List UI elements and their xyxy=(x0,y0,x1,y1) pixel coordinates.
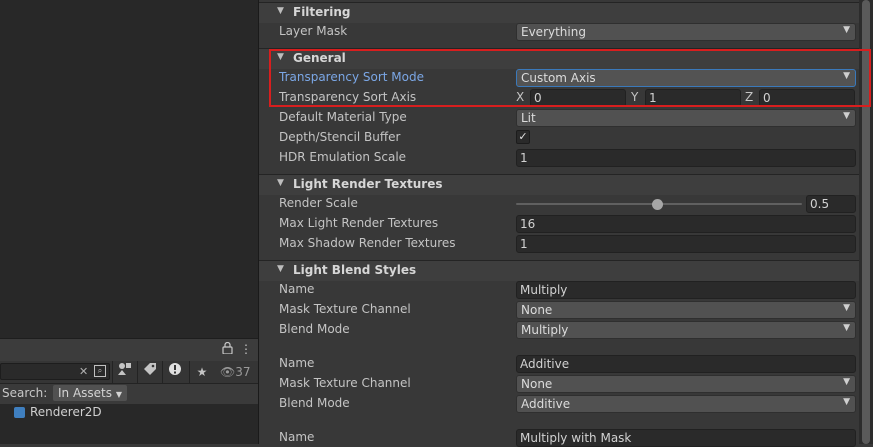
section-light-render-textures[interactable]: ▼ Light Render Textures xyxy=(259,174,859,195)
row-max-shadow-render-textures: Max Shadow Render Textures 1 xyxy=(259,235,859,253)
errors-filter-icon[interactable] xyxy=(162,361,187,383)
render-scale-slider[interactable] xyxy=(516,198,802,210)
field-label: Default Material Type xyxy=(279,110,407,124)
row-transparency-sort-mode: Transparency Sort Mode Custom Axis ▼ xyxy=(259,69,859,87)
axis-letter: Z xyxy=(745,90,754,104)
row-mask-texture-channel: Mask Texture Channel None ▼ xyxy=(259,301,859,319)
project-window-header: ⋮ xyxy=(0,338,258,361)
row-max-light-render-textures: Max Light Render Textures 16 xyxy=(259,215,859,233)
blend-style-name-input[interactable]: Multiply xyxy=(516,281,856,299)
field-label: Max Light Render Textures xyxy=(279,216,439,230)
chevron-down-icon: ▼ xyxy=(843,397,850,407)
section-light-blend-styles[interactable]: ▼ Light Blend Styles xyxy=(259,260,859,281)
row-blend-mode: Blend Mode Multiply ▼ xyxy=(259,321,859,339)
row-default-material-type: Default Material Type Lit ▼ xyxy=(259,109,859,127)
inspector-scrollbar[interactable] xyxy=(859,0,873,444)
row-blend-style-name: Name Multiply xyxy=(259,281,859,299)
chevron-down-icon: ▼ xyxy=(843,111,850,121)
axis-letter: X xyxy=(516,90,525,104)
field-label: Name xyxy=(279,356,315,370)
renderer-asset-icon xyxy=(14,407,25,418)
row-blend-style-name: Name Multiply with Mask xyxy=(259,429,859,447)
row-blend-mode: Blend Mode Additive ▼ xyxy=(259,395,859,413)
max-shadow-render-textures-input[interactable]: 1 xyxy=(516,235,856,253)
mask-texture-channel-dropdown[interactable]: None ▼ xyxy=(516,301,856,319)
search-label: Search: xyxy=(2,386,48,400)
filter-by-label-icon[interactable] xyxy=(137,361,162,383)
section-title: Light Blend Styles xyxy=(293,263,417,277)
search-scope-dropdown[interactable]: In Assets ▼ xyxy=(53,385,127,401)
scrollbar-thumb[interactable] xyxy=(862,0,870,444)
project-toolbar: ✕ ⌕ ★ 👁37 xyxy=(0,361,258,384)
field-label: Layer Mask xyxy=(279,24,348,38)
chevron-down-icon: ▼ xyxy=(843,71,850,81)
slider-thumb[interactable] xyxy=(652,198,664,210)
section-filtering[interactable]: ▼ Filtering xyxy=(259,2,859,23)
hdr-emulation-scale-input[interactable]: 1 xyxy=(516,149,856,167)
field-label: Render Scale xyxy=(279,196,358,210)
field-label: Name xyxy=(279,430,315,444)
checkmark-icon: ✓ xyxy=(518,130,528,143)
depth-stencil-checkbox[interactable]: ✓ xyxy=(516,130,530,144)
axis-letter: Y xyxy=(631,90,639,104)
chevron-down-icon: ▼ xyxy=(115,390,122,399)
max-light-render-textures-input[interactable]: 16 xyxy=(516,215,856,233)
field-label: Blend Mode xyxy=(279,396,350,410)
inspector-panel: ▼ Filtering Layer Mask Everything ▼ ▼ Ge… xyxy=(259,0,859,447)
hidden-packages-eye-icon: 👁 xyxy=(220,365,236,379)
mask-texture-channel-dropdown[interactable]: None ▼ xyxy=(516,375,856,393)
render-scale-input[interactable]: 0.5 xyxy=(806,195,856,213)
clear-search-icon[interactable]: ✕ xyxy=(79,365,88,378)
more-options-icon[interactable]: ⋮ xyxy=(240,342,252,356)
axis-z-input[interactable]: 0 xyxy=(759,89,855,107)
field-label: Transparency Sort Mode xyxy=(279,70,424,84)
field-label: Blend Mode xyxy=(279,322,350,336)
field-label: Name xyxy=(279,282,315,296)
chevron-down-icon: ▼ xyxy=(843,25,850,35)
project-search-input[interactable]: ✕ ⌕ xyxy=(0,363,110,380)
lock-icon[interactable] xyxy=(222,341,233,357)
left-panel: ⋮ ✕ ⌕ ★ 👁37 Search: In Assets ▼ Renderer… xyxy=(0,0,258,444)
row-layer-mask: Layer Mask Everything ▼ xyxy=(259,23,859,41)
row-depth-stencil-buffer: Depth/Stencil Buffer ✓ xyxy=(259,129,859,147)
row-render-scale: Render Scale 0.5 xyxy=(259,195,859,213)
hidden-packages-counter[interactable]: 👁37 xyxy=(220,361,251,383)
section-title: Light Render Textures xyxy=(293,177,443,191)
foldout-arrow-icon[interactable]: ▼ xyxy=(277,52,284,62)
blend-mode-dropdown[interactable]: Additive ▼ xyxy=(516,395,856,413)
section-title: General xyxy=(293,51,346,65)
blend-mode-dropdown[interactable]: Multiply ▼ xyxy=(516,321,856,339)
transparency-sort-mode-dropdown[interactable]: Custom Axis ▼ xyxy=(516,69,856,87)
favorites-star-icon[interactable]: ★ xyxy=(189,361,214,383)
chevron-down-icon: ▼ xyxy=(843,377,850,387)
section-general[interactable]: ▼ General xyxy=(259,48,859,69)
row-blend-style-name: Name Additive xyxy=(259,355,859,373)
field-label: Mask Texture Channel xyxy=(279,302,411,316)
layer-mask-dropdown[interactable]: Everything ▼ xyxy=(516,23,856,41)
filter-by-type-icon[interactable] xyxy=(112,361,137,383)
field-label: HDR Emulation Scale xyxy=(279,150,407,164)
search-scope-bar: Search: In Assets ▼ xyxy=(0,384,258,404)
foldout-arrow-icon[interactable]: ▼ xyxy=(277,6,284,16)
field-label: Max Shadow Render Textures xyxy=(279,236,456,250)
default-material-type-dropdown[interactable]: Lit ▼ xyxy=(516,109,856,127)
field-label: Depth/Stencil Buffer xyxy=(279,130,401,144)
axis-y-input[interactable]: 1 xyxy=(645,89,741,107)
row-hdr-emulation-scale: HDR Emulation Scale 1 xyxy=(259,149,859,167)
field-label: Mask Texture Channel xyxy=(279,376,411,390)
asset-name: Renderer2D xyxy=(30,405,102,419)
chevron-down-icon: ▼ xyxy=(843,303,850,313)
row-transparency-sort-axis: Transparency Sort Axis X 0 Y 1 Z 0 xyxy=(259,89,859,107)
field-label: Transparency Sort Axis xyxy=(279,90,417,104)
chevron-down-icon: ▼ xyxy=(843,323,850,333)
blend-style-name-input[interactable]: Additive xyxy=(516,355,856,373)
foldout-arrow-icon[interactable]: ▼ xyxy=(277,264,284,274)
blend-style-name-input[interactable]: Multiply with Mask xyxy=(516,429,856,447)
foldout-arrow-icon[interactable]: ▼ xyxy=(277,178,284,188)
axis-x-input[interactable]: 0 xyxy=(530,89,626,107)
search-window-icon[interactable]: ⌕ xyxy=(94,365,106,377)
section-title: Filtering xyxy=(293,5,351,19)
asset-list-item[interactable]: Renderer2D xyxy=(0,405,258,421)
row-mask-texture-channel: Mask Texture Channel None ▼ xyxy=(259,375,859,393)
